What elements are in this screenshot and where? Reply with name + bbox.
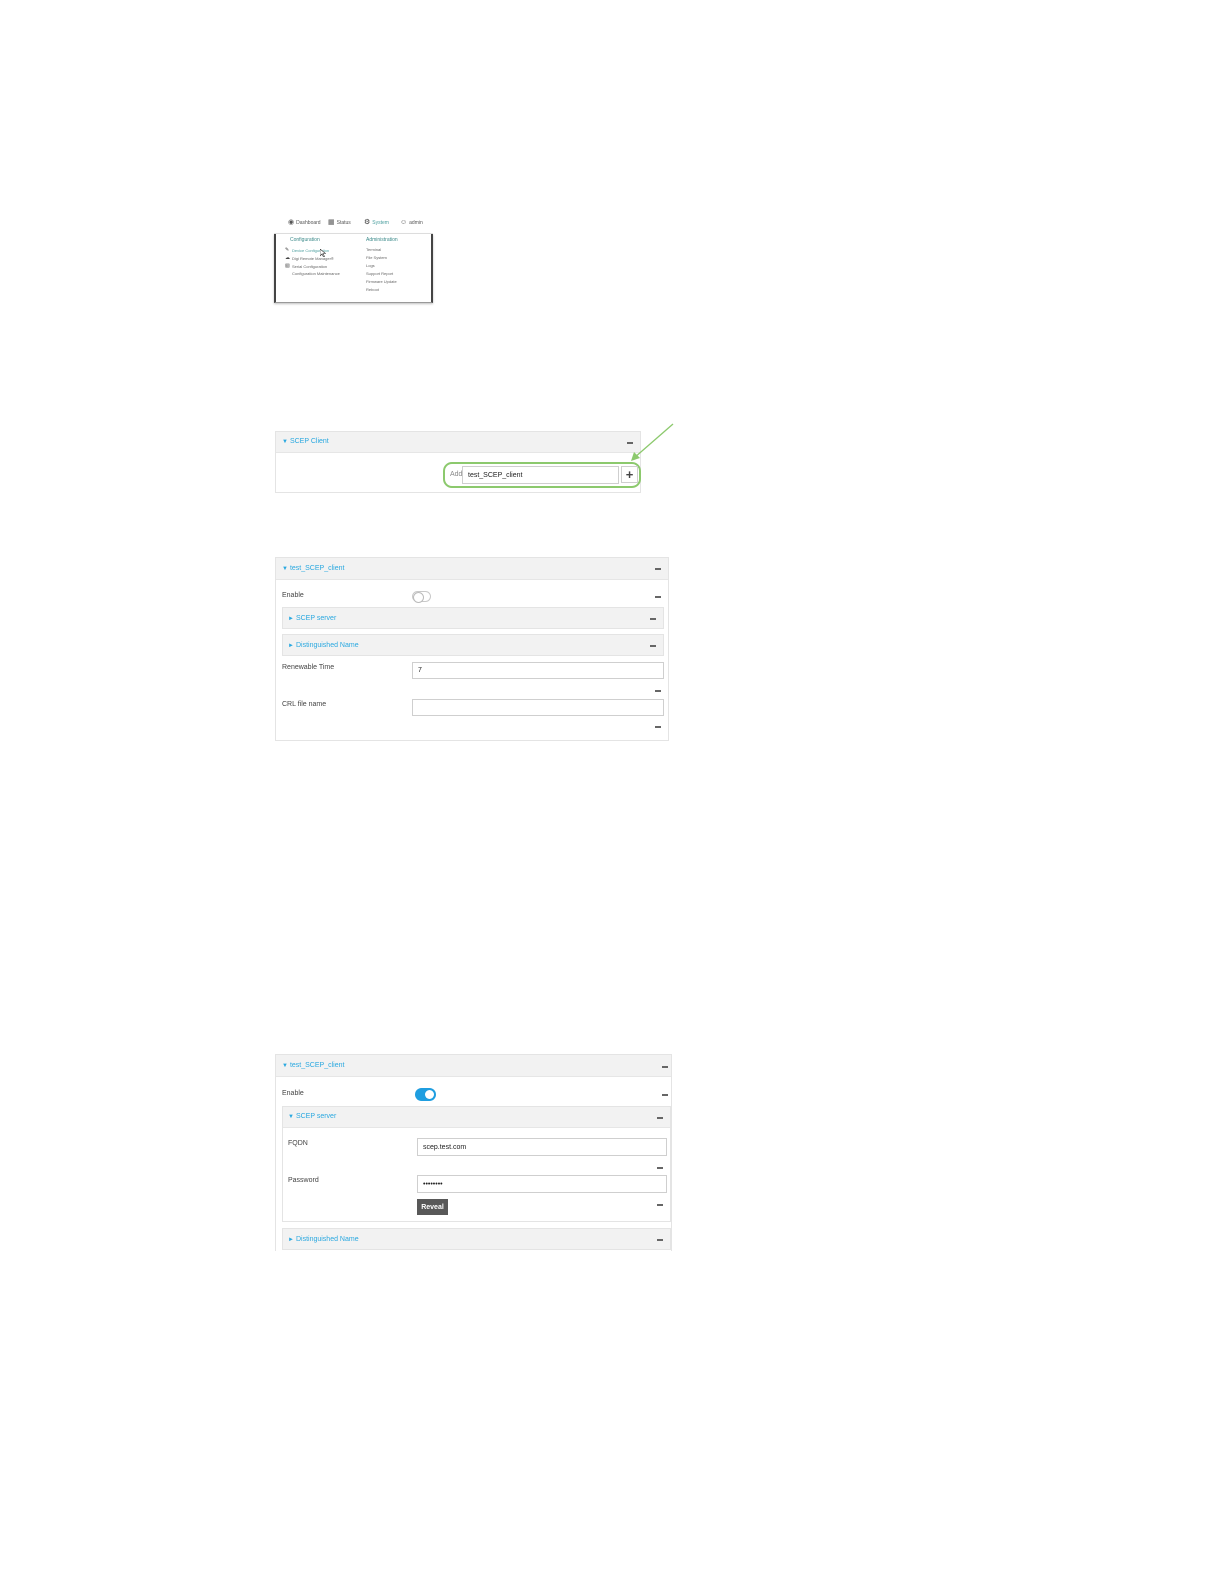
top-navigation-bar: ◉ Dashboard ▦ Status ⚙ System ☺ admin [274, 212, 433, 234]
collapse-dash-icon[interactable] [655, 568, 661, 570]
collapse-dash-icon[interactable] [650, 618, 656, 620]
menu-file-system[interactable]: File System [366, 255, 387, 260]
client-collapsed-title-text: test_SCEP_client [289, 565, 345, 572]
nav-system-label: System [372, 219, 389, 226]
menu-remote-manager[interactable]: ☁ Digi Remote Manager® [285, 255, 334, 261]
system-menu-screenshot: ◉ Dashboard ▦ Status ⚙ System ☺ admin Co… [274, 212, 433, 303]
grid-icon: ▦ [328, 219, 335, 226]
client-expanded-title: ▼ test_SCEP_client [282, 1062, 344, 1069]
caret-right-icon: ► [288, 1237, 294, 1243]
password-dash-icon[interactable] [657, 1204, 663, 1206]
configuration-heading: Configuration [290, 237, 320, 243]
renewable-time-label: Renewable Time [282, 664, 335, 671]
nav-dashboard-label: Dashboard [296, 219, 321, 226]
fqdn-input[interactable]: scep.test.com [417, 1138, 667, 1156]
menu-support-report[interactable]: Support Report [366, 271, 393, 276]
distinguished-name-title: ► Distinguished Name [288, 1236, 359, 1243]
caret-down-icon: ▼ [288, 1114, 294, 1120]
menu-configuration-maintenance-label: Configuration Maintenance [292, 271, 340, 276]
client-panel-collapsed: ▼ test_SCEP_client Enable ► SCEP server ► D… [275, 557, 669, 741]
nav-status[interactable]: ▦ Status [328, 219, 351, 226]
collapse-dash-icon[interactable] [662, 1066, 668, 1068]
reveal-button[interactable]: Reveal [417, 1199, 448, 1215]
scep-server-subpanel[interactable]: ► SCEP server [282, 607, 664, 629]
enable-label: Enable [282, 592, 304, 599]
enable-label: Enable [282, 1090, 304, 1097]
scep-server-title-text: SCEP server [295, 615, 337, 622]
menu-logs[interactable]: Logs [366, 263, 375, 268]
collapse-dash-icon[interactable] [657, 1117, 663, 1119]
collapse-dash-icon[interactable] [650, 645, 656, 647]
menu-terminal[interactable]: Terminal [366, 247, 381, 252]
client-expanded-header[interactable]: ▼ test_SCEP_client [276, 1055, 671, 1077]
scep-client-panel: ▼ SCEP Client Add test_SCEP_client + [275, 431, 641, 493]
password-input[interactable]: •••••••• [417, 1175, 667, 1193]
serial-icon: ▧ [285, 263, 290, 269]
nav-admin[interactable]: ☺ admin [400, 219, 423, 226]
scep-server-title: ► SCEP server [288, 615, 336, 622]
distinguished-name-subpanel[interactable]: ► Distinguished Name [282, 634, 664, 656]
client-collapsed-header[interactable]: ▼ test_SCEP_client [276, 558, 668, 580]
user-icon: ☺ [400, 219, 408, 226]
renewable-dash-icon[interactable] [655, 690, 661, 692]
client-expanded-title-text: test_SCEP_client [289, 1062, 345, 1069]
scep-server-subpanel: ▼ SCEP server FQDN scep.test.com Password… [282, 1106, 671, 1222]
enable-dash-icon[interactable] [655, 596, 661, 598]
client-collapsed-title: ▼ test_SCEP_client [282, 565, 344, 572]
gear-icon: ⚙ [364, 219, 371, 226]
crl-dash-icon[interactable] [655, 726, 661, 728]
toggle-knob [413, 592, 424, 603]
scep-server-title: ▼ SCEP server [288, 1113, 336, 1120]
nav-dashboard[interactable]: ◉ Dashboard [288, 219, 321, 226]
distinguished-name-title-text: Distinguished Name [295, 642, 359, 649]
caret-down-icon: ▼ [282, 439, 288, 445]
system-dropdown: Configuration Administration ✎ Device Co… [274, 234, 433, 303]
menu-serial-configuration[interactable]: ▧ Serial Configuration [285, 263, 327, 269]
scep-server-title-text: SCEP server [295, 1113, 337, 1120]
caret-down-icon: ▼ [282, 1063, 288, 1069]
enable-toggle[interactable] [412, 591, 431, 603]
add-client-group: Add test_SCEP_client + [443, 462, 641, 488]
enable-toggle[interactable] [415, 1088, 436, 1101]
crl-file-name-label: CRL file name [282, 701, 327, 708]
add-client-input[interactable]: test_SCEP_client [462, 466, 619, 484]
nav-system[interactable]: ⚙ System [364, 219, 389, 226]
fqdn-dash-icon[interactable] [657, 1167, 663, 1169]
distinguished-name-title: ► Distinguished Name [288, 642, 359, 649]
menu-serial-configuration-label: Serial Configuration [292, 263, 328, 269]
mouse-cursor-icon [320, 249, 326, 257]
renewable-time-input[interactable]: 7 [412, 662, 664, 679]
cloud-icon: ☁ [285, 255, 290, 261]
menu-reboot[interactable]: Reboot [366, 287, 379, 292]
password-label: Password [288, 1177, 319, 1184]
scep-server-header[interactable]: ▼ SCEP server [283, 1107, 670, 1128]
distinguished-name-subpanel[interactable]: ► Distinguished Name [282, 1228, 671, 1250]
scep-client-title-text: SCEP Client [289, 438, 329, 445]
fqdn-label: FQDN [288, 1140, 308, 1147]
client-panel-expanded: ▼ test_SCEP_client Enable ▼ SCEP server FQ… [275, 1054, 672, 1251]
wrench-icon: ✎ [285, 247, 290, 253]
add-plus-button[interactable]: + [621, 466, 638, 483]
caret-right-icon: ► [288, 643, 294, 649]
pointer-arrow-icon [631, 423, 674, 461]
caret-right-icon: ► [288, 616, 294, 622]
caret-down-icon: ▼ [282, 566, 288, 572]
crl-file-name-input[interactable] [412, 699, 664, 716]
add-label: Add [450, 471, 463, 478]
toggle-knob [425, 1090, 434, 1099]
menu-firmware-update[interactable]: Firmware Update [366, 279, 397, 284]
scep-client-header[interactable]: ▼ SCEP Client [276, 432, 640, 453]
nav-status-label: Status [336, 219, 351, 226]
nav-admin-label: admin [409, 219, 423, 226]
distinguished-name-title-text: Distinguished Name [295, 1236, 359, 1243]
menu-remote-manager-label: Digi Remote Manager® [292, 255, 334, 261]
administration-heading: Administration [366, 237, 398, 243]
menu-configuration-maintenance[interactable]: Configuration Maintenance [285, 271, 340, 276]
dashboard-icon: ◉ [288, 219, 295, 226]
scep-client-title: ▼ SCEP Client [282, 438, 329, 445]
enable-dash-icon[interactable] [662, 1094, 668, 1096]
collapse-dash-icon[interactable] [657, 1239, 663, 1241]
